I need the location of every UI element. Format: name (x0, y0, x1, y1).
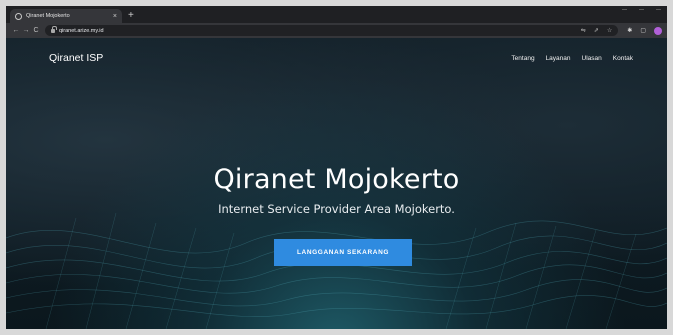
minimize-icon[interactable] (622, 9, 627, 14)
url-text[interactable]: qiranet.arize.my.id (59, 28, 104, 34)
nav-link-ulasan[interactable]: Ulasan (582, 55, 602, 62)
globe-icon (15, 12, 22, 20)
new-tab-button[interactable]: + (128, 9, 134, 23)
address-bar[interactable]: qiranet.arize.my.id ⇋ ⇗ ☆ (45, 25, 619, 36)
share-icon[interactable]: ⇗ (594, 28, 599, 34)
translate-icon[interactable]: ⇋ (581, 28, 586, 34)
tab-title: Qiranet Mojokerto (26, 13, 70, 19)
site-logo[interactable]: Qiranet ISP (49, 52, 103, 64)
browser-tab[interactable]: Qiranet Mojokerto × (10, 9, 122, 23)
nav-link-kontak[interactable]: Kontak (613, 55, 633, 62)
browser-window: Qiranet Mojokerto × + ← → C qiranet.ariz… (6, 6, 667, 329)
extensions-icon[interactable]: ✱ (627, 28, 632, 34)
hero-subtitle: Internet Service Provider Area Mojokerto… (218, 202, 455, 216)
window-controls (622, 9, 661, 14)
web-page: Qiranet ISP Tentang Layanan Ulasan Konta… (6, 38, 667, 329)
forward-icon[interactable]: → (21, 27, 31, 34)
tab-strip: Qiranet Mojokerto × + (6, 6, 667, 23)
hero-title: Qiranet Mojokerto (213, 164, 460, 195)
side-panel-icon[interactable]: ▢ (640, 28, 646, 34)
nav-link-layanan[interactable]: Layanan (546, 55, 571, 62)
maximize-icon[interactable] (639, 9, 644, 14)
subscribe-button[interactable]: LANGGANAN SEKARANG (274, 239, 412, 266)
back-icon[interactable]: ← (11, 27, 21, 34)
profile-icon[interactable] (654, 26, 662, 35)
hero-section: Qiranet Mojokerto Internet Service Provi… (6, 164, 667, 216)
close-tab-icon[interactable]: × (113, 13, 117, 20)
browser-toolbar: ← → C qiranet.arize.my.id ⇋ ⇗ ☆ ✱ ▢ (6, 23, 667, 38)
nav-menu: Tentang Layanan Ulasan Kontak (511, 55, 633, 62)
reload-icon[interactable]: C (31, 27, 41, 34)
site-navbar: Qiranet ISP Tentang Layanan Ulasan Konta… (6, 38, 667, 78)
nav-link-tentang[interactable]: Tentang (511, 55, 534, 62)
lock-icon[interactable] (51, 26, 57, 33)
close-window-icon[interactable] (656, 9, 661, 14)
star-icon[interactable]: ☆ (607, 28, 612, 34)
